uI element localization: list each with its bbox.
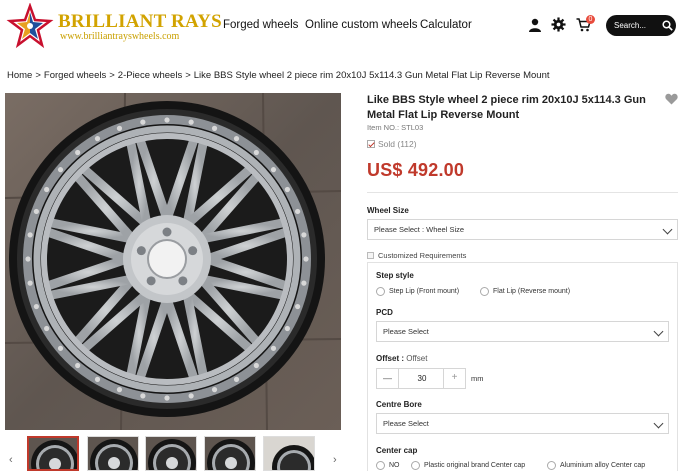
thumbnail-3[interactable] [145,436,197,471]
offset-value-field[interactable]: 30 [399,369,445,388]
radio-circle-icon [547,461,556,470]
offset-label-text: Offset : [376,354,404,363]
offset-increment-button[interactable]: + [443,369,465,388]
radio-circle-icon [411,461,420,470]
search-bar [606,15,676,36]
pcd-select[interactable]: Please Select [376,321,669,342]
customized-requirements[interactable]: Customized Requirements [367,251,466,260]
step-style-option-2: Flat Lip (Reverse mount) [493,288,571,295]
center-cap-label: Center cap [376,446,418,455]
step-style-reverse-mount-radio[interactable]: Flat Lip (Reverse mount) [480,287,570,296]
step-style-option-1: Step Lip (Front mount) [389,288,460,295]
breadcrumb: Home > Forged wheels >2-Piece wheels > Like B… [7,70,550,81]
thumbnail-strip: ‹ › [5,436,345,471]
brand-logo-icon[interactable] [6,3,54,49]
divider [367,192,678,193]
sold-count: Sold (112) [367,139,417,149]
item-number: Item NO.: STL03 [367,123,424,132]
thumbnail-2[interactable] [87,436,139,471]
chevron-down-icon [653,326,664,337]
wheel-size-select[interactable]: Please Select : Wheel Size [367,219,678,240]
radio-circle-icon [480,287,489,296]
brand-url: www.brilliantrayswheels.com [60,31,180,42]
offset-label: Offset : Offset [376,354,427,363]
site-header: BRILLIANT RAYS www.brilliantrayswheels.c… [0,0,680,52]
sold-check-icon [367,140,375,148]
breadcrumb-2-piece-wheels[interactable]: 2-Piece wheels [118,70,182,81]
centre-bore-value: Please Select [383,419,429,428]
nav-online-custom-wheels[interactable]: Online custom wheels [305,19,418,31]
pcd-label: PCD [376,308,393,317]
favorite-heart-icon[interactable] [665,93,678,105]
product-title: Like BBS Style wheel 2 piece rim 20x10J … [367,94,646,121]
thumbnail-1[interactable] [27,436,79,471]
offset-hint: Offset [406,354,428,363]
centre-bore-select[interactable]: Please Select [376,413,669,434]
product-price: US$ 492.00 [367,160,465,180]
step-style-front-mount-radio[interactable]: Step Lip (Front mount) [376,287,459,296]
search-input[interactable] [614,19,660,32]
thumbnail-5[interactable] [263,436,315,471]
sold-text: Sold (112) [378,139,417,149]
offset-decrement-button[interactable]: — [377,369,399,388]
breadcrumb-separator: > [35,70,41,81]
brand-name[interactable]: BRILLIANT RAYS [58,11,222,33]
gear-icon[interactable] [551,17,566,32]
offset-stepper: — 30 + [376,368,466,389]
breadcrumb-current: Like BBS Style wheel 2 piece rim 20x10J … [193,70,550,81]
breadcrumb-home[interactable]: Home [7,70,32,81]
nav-forged-wheels[interactable]: Forged wheels [223,19,298,31]
center-cap-plastic-radio[interactable]: Plastic original brand Center cap [411,461,525,470]
center-cap-option-3: Aluminium alloy Center cap [560,462,646,469]
thumbnail-next-arrow[interactable]: › [333,454,337,466]
customized-requirements-checkbox[interactable] [367,252,374,259]
step-style-label: Step style [376,271,414,280]
radio-circle-icon [376,287,385,296]
product-main-image[interactable] [5,93,341,430]
search-icon[interactable] [662,20,673,31]
breadcrumb-separator: > [185,70,191,81]
centre-bore-label: Centre Bore [376,400,422,409]
thumbnail-4[interactable] [204,436,256,471]
cart-count-badge: 0 [586,15,595,24]
nav-calculator[interactable]: Calculator [420,19,472,31]
center-cap-option-1: NO [389,462,400,469]
breadcrumb-separator: > [109,70,115,81]
customized-requirements-label: Customized Requirements [378,251,467,260]
chevron-down-icon [662,224,673,235]
thumbnail-prev-arrow[interactable]: ‹ [9,454,13,466]
radio-circle-icon [376,461,385,470]
chevron-down-icon [653,418,664,429]
center-cap-no-radio[interactable]: NO [376,461,400,470]
pcd-value: Please Select [383,327,429,336]
center-cap-aluminium-radio[interactable]: Aluminium alloy Center cap [547,461,645,470]
breadcrumb-forged-wheels[interactable]: Forged wheels [44,70,106,81]
wheel-size-label: Wheel Size [367,206,409,215]
wheel-photo [5,93,341,430]
wheel-size-value: Please Select : Wheel Size [374,225,465,234]
user-icon[interactable] [528,18,542,32]
center-cap-option-2: Plastic original brand Center cap [424,462,526,469]
offset-unit: mm [471,374,484,383]
